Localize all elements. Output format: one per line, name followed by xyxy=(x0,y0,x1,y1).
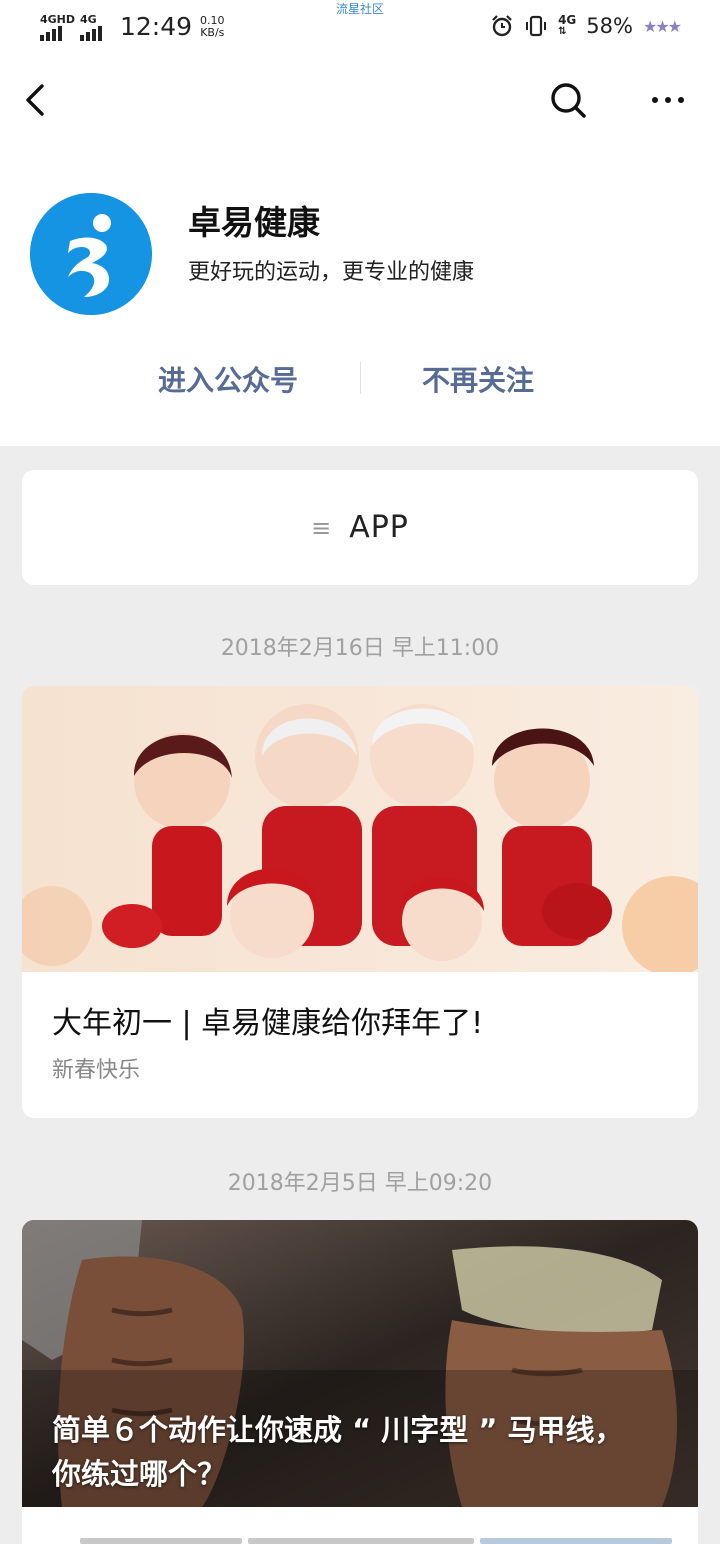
article-card[interactable]: 大年初一 | 卓易健康给你拜年了! 新春快乐 xyxy=(22,686,698,1118)
runner-logo-icon xyxy=(30,193,152,315)
search-icon xyxy=(551,83,586,118)
article-description: 新春快乐 xyxy=(52,1058,141,1083)
network-type-3: 4G ⇅ xyxy=(558,13,577,37)
menu-label: APP xyxy=(349,510,409,545)
thumbnail[interactable] xyxy=(248,1538,474,1544)
article-title: 大年初一 | 卓易健康给你拜年了! xyxy=(52,1006,484,1041)
account-name: 卓易健康 xyxy=(188,203,320,242)
article-title-overlay: 简单６个动作让你速成 “ 川字型 ” 马甲线， 你练过哪个？ xyxy=(52,1408,682,1496)
thumbnail-row xyxy=(80,1538,672,1544)
menu-list-icon: ≡ xyxy=(311,513,332,542)
article-thumbnails-strip xyxy=(22,1507,698,1544)
article-date: 2018年2月16日 早上11:00 xyxy=(220,636,500,661)
back-arrow-icon xyxy=(26,84,44,116)
account-description: 更好玩的运动，更专业的健康 xyxy=(188,260,475,285)
menu-card[interactable]: ≡ APP xyxy=(22,470,698,585)
more-button[interactable] xyxy=(646,82,690,118)
action-divider xyxy=(360,362,361,394)
status-bar: 4GHD 4G 12:49 0.10 KB/s 流星社区 4G ⇅ 58% ★★… xyxy=(0,0,720,56)
search-button[interactable] xyxy=(546,78,590,122)
alarm-icon xyxy=(492,15,512,37)
article-date: 2018年2月5日 早上09:20 xyxy=(227,1171,493,1196)
thumbnail[interactable] xyxy=(80,1538,242,1544)
star-rating-icon: ★★★ xyxy=(642,16,682,36)
article-cover-image xyxy=(22,686,698,972)
thumbnail[interactable] xyxy=(480,1538,672,1544)
enter-account-button[interactable]: 进入公众号 xyxy=(110,356,346,406)
speed-unit: KB/s xyxy=(200,25,225,39)
network-speed: 0.10 KB/s xyxy=(200,14,225,39)
article-title-line: 你练过哪个？ xyxy=(52,1457,227,1491)
battery-level: 58% xyxy=(586,14,633,38)
vibrate-icon xyxy=(526,15,547,37)
more-icon xyxy=(652,97,684,103)
back-button[interactable] xyxy=(18,78,58,122)
unfollow-button[interactable]: 不再关注 xyxy=(370,356,586,406)
account-avatar[interactable] xyxy=(30,193,152,315)
article-card[interactable]: 简单６个动作让你速成 “ 川字型 ” 马甲线， 你练过哪个？ xyxy=(22,1220,698,1507)
status-right: 4G ⇅ 58% ★★★ xyxy=(490,13,682,38)
article-title-line: 简单６个动作让你速成 “ 川字型 ” 马甲线， xyxy=(52,1413,624,1447)
account-header: 卓易健康 更好玩的运动，更专业的健康 进入公众号 不再关注 xyxy=(0,56,720,446)
